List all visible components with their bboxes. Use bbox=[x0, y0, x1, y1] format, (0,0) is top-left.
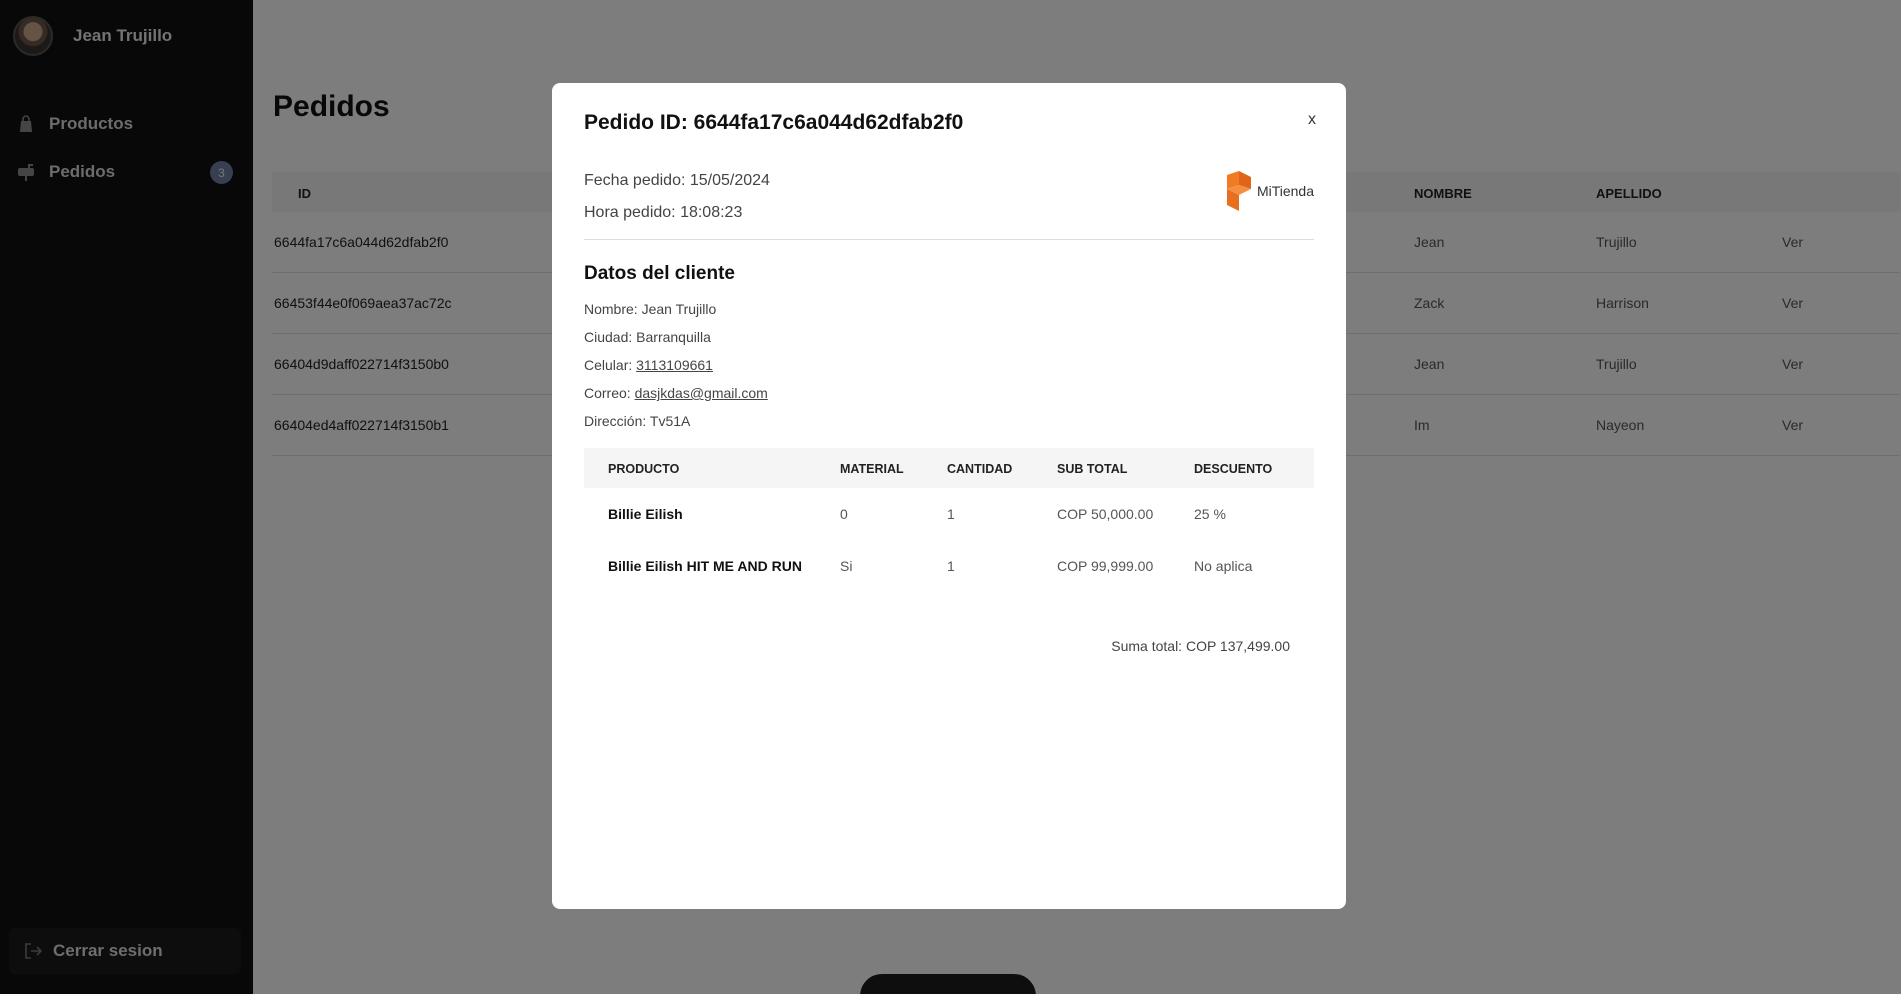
client-nombre-value: Jean Trujillo bbox=[641, 301, 717, 317]
column-header-subtotal: SUB TOTAL bbox=[1057, 462, 1128, 476]
item-material: 0 bbox=[840, 506, 848, 522]
client-correo: Correo: dasjkdas@gmail.com bbox=[584, 379, 768, 407]
client-ciudad-label: Ciudad: bbox=[584, 329, 637, 345]
item-producto: Billie Eilish bbox=[608, 506, 683, 522]
brand-logo: MiTienda bbox=[1225, 171, 1314, 211]
item-subtotal: COP 50,000.00 bbox=[1057, 506, 1154, 522]
client-direccion: Dirección: Tv51A bbox=[584, 407, 768, 435]
modal-title: Pedido ID: 6644fa17c6a044d62dfab2f0 bbox=[584, 111, 964, 134]
client-correo-label: Correo: bbox=[584, 385, 635, 401]
item-descuento: 25 % bbox=[1194, 506, 1226, 522]
item-cantidad: 1 bbox=[947, 558, 955, 574]
divider bbox=[584, 239, 1314, 240]
item-producto: Billie Eilish HIT ME AND RUN bbox=[608, 558, 802, 574]
order-items-table: PRODUCTO MATERIAL CANTIDAD SUB TOTAL DES… bbox=[584, 448, 1314, 588]
client-ciudad: Ciudad: Barranquilla bbox=[584, 323, 768, 351]
item-material: Si bbox=[840, 558, 853, 574]
client-celular: Celular: 3113109661 bbox=[584, 351, 768, 379]
items-table-header: PRODUCTO MATERIAL CANTIDAD SUB TOTAL DES… bbox=[584, 448, 1314, 488]
brand-name: MiTienda bbox=[1256, 183, 1314, 199]
client-celular-label: Celular: bbox=[584, 357, 637, 373]
column-header-descuento: DESCUENTO bbox=[1194, 462, 1273, 476]
client-section-title: Datos del cliente bbox=[584, 263, 735, 284]
order-date: Fecha pedido: 15/05/2024 bbox=[584, 172, 770, 189]
client-phone-link[interactable]: 3113109661 bbox=[636, 357, 713, 373]
item-descuento: No aplica bbox=[1194, 558, 1253, 574]
client-email-link[interactable]: dasjkdas@gmail.com bbox=[635, 385, 768, 401]
client-details: Nombre: Jean Trujillo Ciudad: Barranquil… bbox=[584, 295, 768, 435]
item-row: Billie Eilish 0 1 COP 50,000.00 25 % bbox=[584, 488, 1314, 540]
order-meta: Fecha pedido: 15/05/2024 Hora pedido: 18… bbox=[584, 165, 770, 229]
order-detail-modal: Pedido ID: 6644fa17c6a044d62dfab2f0 x Fe… bbox=[552, 83, 1346, 909]
mitienda-logo-icon bbox=[1226, 171, 1251, 211]
item-cantidad: 1 bbox=[947, 506, 955, 522]
item-row: Billie Eilish HIT ME AND RUN Si 1 COP 99… bbox=[584, 540, 1314, 588]
column-header-cantidad: CANTIDAD bbox=[947, 462, 1013, 476]
column-header-producto: PRODUCTO bbox=[608, 462, 680, 476]
order-total: Suma total: COP 137,499.00 bbox=[1111, 638, 1290, 654]
close-button[interactable]: x bbox=[1308, 111, 1316, 129]
client-nombre-label: Nombre: bbox=[584, 301, 642, 317]
order-time: Hora pedido: 18:08:23 bbox=[584, 204, 743, 221]
column-header-material: MATERIAL bbox=[840, 462, 904, 476]
client-direccion-label: Dirección: bbox=[584, 413, 650, 429]
item-subtotal: COP 99,999.00 bbox=[1057, 558, 1154, 574]
client-direccion-value: Tv51A bbox=[649, 413, 691, 429]
client-nombre: Nombre: Jean Trujillo bbox=[584, 295, 768, 323]
client-ciudad-value: Barranquilla bbox=[636, 329, 711, 345]
